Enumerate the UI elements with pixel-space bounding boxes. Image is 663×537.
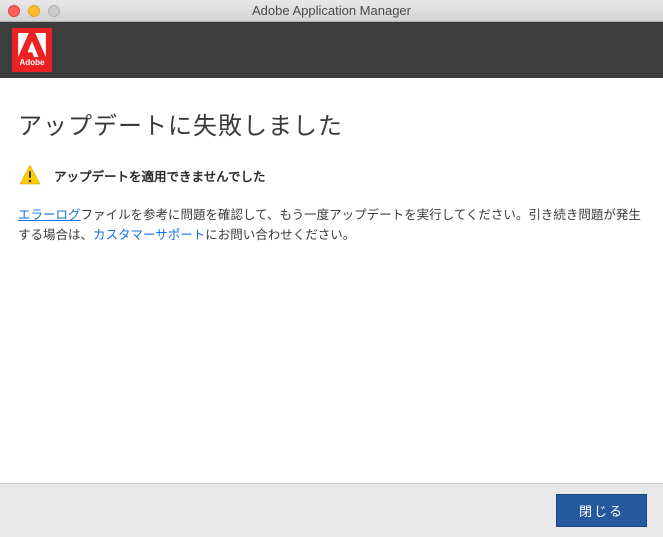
warning-message: アップデートを適用できませんでした — [54, 166, 266, 185]
body-text-part2: にお問い合わせください。 — [205, 228, 355, 242]
traffic-lights — [0, 5, 60, 17]
adobe-logo: Adobe — [12, 28, 52, 72]
body-text: エラーログファイルを参考に問題を確認して、もう一度アップデートを実行してください… — [18, 205, 645, 245]
error-log-link[interactable]: エラーログ — [18, 208, 81, 222]
titlebar: Adobe Application Manager — [0, 0, 663, 22]
footer-bar: 閉じる — [0, 483, 663, 537]
application-window: Adobe Application Manager Adobe アップデートに失… — [0, 0, 663, 537]
minimize-window-button[interactable] — [28, 5, 40, 17]
maximize-window-button — [48, 5, 60, 17]
adobe-logo-text: Adobe — [20, 58, 45, 67]
window-title: Adobe Application Manager — [0, 3, 663, 18]
header-bar: Adobe — [0, 22, 663, 78]
warning-icon — [18, 163, 42, 187]
close-window-button[interactable] — [8, 5, 20, 17]
customer-support-link[interactable]: カスタマーサポート — [93, 228, 205, 242]
page-title: アップデートに失敗しました — [18, 106, 645, 141]
adobe-a-icon — [18, 33, 46, 57]
warning-row: アップデートを適用できませんでした — [18, 163, 645, 187]
content-area: アップデートに失敗しました アップデートを適用できませんでした エラーログファイ… — [0, 78, 663, 483]
close-button[interactable]: 閉じる — [556, 494, 647, 527]
